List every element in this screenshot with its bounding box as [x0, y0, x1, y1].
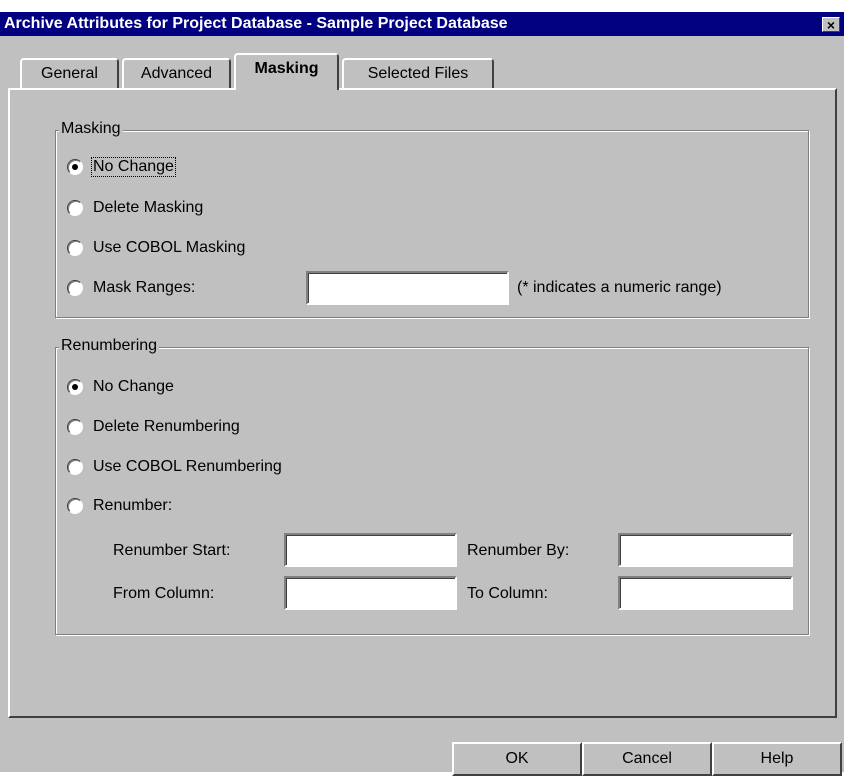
radio-renumbering-no-change[interactable]: No Change — [67, 377, 175, 397]
tab-label: General — [41, 65, 98, 82]
from-column-input[interactable] — [284, 576, 457, 610]
radio-label: Delete Renumbering — [93, 418, 240, 435]
radio-button[interactable] — [67, 200, 83, 216]
tab-label: Advanced — [140, 65, 213, 82]
radio-delete-renumbering[interactable]: Delete Renumbering — [67, 417, 241, 437]
tab-advanced[interactable]: Advanced — [122, 58, 231, 88]
masking-group-label: Masking — [59, 120, 123, 138]
cancel-button[interactable]: Cancel — [582, 742, 712, 776]
window-title: Archive Attributes for Project Database … — [4, 15, 508, 32]
radio-label: No Change — [93, 378, 174, 395]
radio-selected-dot — [72, 384, 78, 390]
ok-button-label: OK — [505, 750, 529, 767]
tab-masking[interactable]: Masking — [234, 53, 339, 90]
tab-label: Masking — [254, 60, 319, 77]
from-column-label: From Column: — [113, 585, 215, 602]
renumbering-group-label: Renumbering — [59, 337, 160, 355]
renumber-by-label: Renumber By: — [467, 542, 570, 559]
radio-mask-ranges[interactable]: Mask Ranges: — [67, 278, 196, 298]
ok-button[interactable]: OK — [452, 742, 582, 776]
cancel-button-label: Cancel — [622, 750, 672, 767]
radio-use-cobol-masking[interactable]: Use COBOL Masking — [67, 238, 246, 258]
radio-button[interactable] — [67, 240, 83, 256]
archive-attributes-dialog: Archive Attributes for Project Database … — [0, 12, 844, 776]
radio-label: Use COBOL Renumbering — [93, 458, 282, 475]
renumber-start-input[interactable] — [284, 533, 457, 567]
radio-label: Delete Masking — [93, 199, 204, 216]
to-column-input[interactable] — [618, 576, 793, 610]
radio-button[interactable] — [67, 459, 83, 475]
radio-label: Mask Ranges: — [93, 279, 196, 296]
radio-button[interactable] — [67, 280, 83, 296]
help-button[interactable]: Help — [712, 742, 842, 776]
mask-ranges-input[interactable] — [306, 271, 509, 305]
tab-selected-files[interactable]: Selected Files — [342, 58, 494, 88]
radio-label: Renumber: — [93, 497, 173, 514]
renumber-by-input[interactable] — [618, 533, 793, 567]
radio-selected-dot — [72, 164, 78, 170]
close-icon: × — [826, 17, 836, 33]
radio-label: Use COBOL Masking — [93, 239, 246, 256]
radio-delete-masking[interactable]: Delete Masking — [67, 198, 204, 218]
radio-button[interactable] — [67, 419, 83, 435]
tab-general[interactable]: General — [20, 58, 119, 88]
to-column-label: To Column: — [467, 585, 548, 602]
radio-button[interactable] — [67, 159, 83, 175]
mask-ranges-hint: (* indicates a numeric range) — [517, 279, 722, 296]
title-bar[interactable]: Archive Attributes for Project Database … — [0, 12, 844, 36]
close-button[interactable]: × — [822, 17, 840, 33]
radio-use-cobol-renumbering[interactable]: Use COBOL Renumbering — [67, 457, 283, 477]
radio-button[interactable] — [67, 379, 83, 395]
help-button-label: Help — [760, 750, 794, 767]
renumber-start-label: Renumber Start: — [113, 542, 231, 559]
radio-masking-no-change[interactable]: No Change — [67, 157, 176, 177]
tab-label: Selected Files — [367, 65, 469, 82]
radio-label: No Change — [91, 157, 176, 177]
radio-button[interactable] — [67, 498, 83, 514]
radio-renumber[interactable]: Renumber: — [67, 496, 173, 516]
